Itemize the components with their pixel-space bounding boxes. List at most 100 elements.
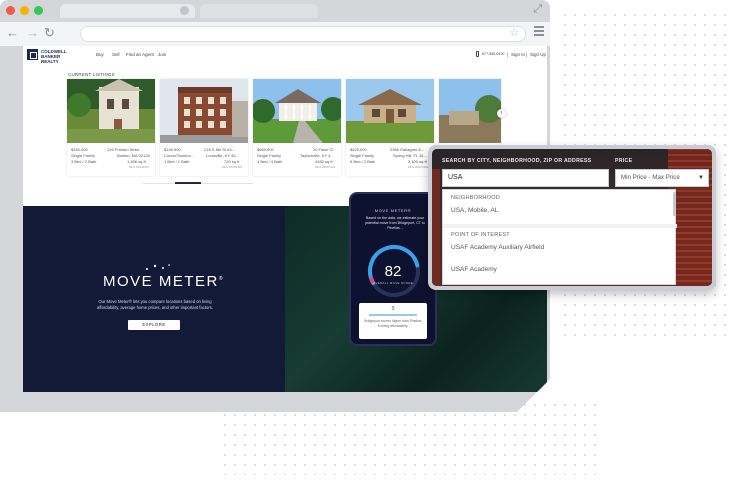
next-listing-button[interactable]: ›	[497, 109, 506, 118]
listing-address[interactable]: 2366 Gallagher A...	[390, 147, 424, 152]
listing-card[interactable]: $669,900 20 Fawn Ct Single Family Taylor…	[253, 79, 341, 176]
listing-card[interactable]: $340,000 126 Putnam Stree... Single Fami…	[67, 79, 155, 176]
back-icon[interactable]: ←	[6, 25, 19, 41]
price-select-value: Min Price - Max Price	[621, 174, 680, 181]
carousel-indicator[interactable]	[175, 182, 201, 184]
phone-description: Based on the data, we estimate your pote…	[365, 216, 425, 230]
browser-toolbar: ← → ↻ ☆	[0, 22, 550, 46]
move-score: 82	[384, 263, 402, 280]
listing-photo[interactable]	[346, 79, 434, 143]
suggestion-group-heading: POINT OF INTEREST	[451, 232, 510, 238]
location-search-label: SEARCH BY CITY, NEIGHBORHOOD, ZIP OR ADD…	[442, 158, 592, 164]
listing-city: Louisville, KY 40...	[206, 153, 239, 158]
star-icon[interactable]: ☆	[509, 26, 519, 39]
suggestion-item[interactable]: USA, Mobile, AL	[451, 207, 498, 214]
tab-close-icon[interactable]	[180, 6, 189, 15]
brand-logo[interactable]	[27, 49, 38, 60]
listing-type: Single Family	[350, 153, 375, 158]
affordability-card: $ Bridgeport scores higher than Pinellas…	[359, 303, 427, 339]
close-window-button[interactable]	[6, 6, 15, 15]
sign-up-link[interactable]: Sign Up	[530, 52, 546, 57]
header-separator: |	[507, 52, 509, 57]
minimize-window-button[interactable]	[20, 6, 29, 15]
listing-price: $340,000	[71, 147, 88, 152]
listing-beds: 3 Bed / 2 Bath	[71, 159, 97, 164]
listing-price: $425,000	[350, 147, 367, 152]
nav-buy[interactable]: Buy	[96, 52, 104, 57]
phone-number[interactable]: 877-555-0100	[482, 52, 504, 56]
listing-mls: MLS #7654321	[222, 165, 243, 169]
suggestion-divider	[443, 224, 677, 228]
listing-beds: 4 Bed / 4 Bath	[257, 159, 283, 164]
listing-type: Single Family	[71, 153, 96, 158]
address-bar[interactable]: ☆	[80, 26, 526, 42]
listing-price: $149,900	[164, 147, 181, 152]
header-separator: |	[526, 52, 528, 57]
trademark-mark: ®	[218, 276, 225, 282]
listing-mls: MLS #3217654	[408, 165, 429, 169]
listing-sqft: 2,100 sq ft	[408, 159, 427, 164]
listing-type: Condo/Townho...	[164, 153, 195, 158]
listing-price: $669,900	[257, 147, 274, 152]
price-label: PRICE	[615, 158, 633, 164]
dollar-icon: $	[391, 306, 395, 312]
listing-sqft: 4482 sq ft	[315, 159, 333, 164]
listing-photo[interactable]	[439, 79, 501, 143]
browser-tab-1[interactable]	[60, 4, 195, 18]
affordability-bar	[369, 314, 417, 316]
nav-find-agent[interactable]: Find an Agent	[126, 52, 154, 57]
suggestion-item[interactable]: USAF Academy Auxiliary Airfield	[451, 244, 544, 251]
listing-type: Single Family	[257, 153, 282, 158]
chevron-down-icon[interactable]: ▼	[698, 170, 704, 186]
site-header: COLDWELL BANKER REALTY Buy Sell Find an …	[23, 46, 547, 64]
search-suggestions: NEIGHBORHOOD USA, Mobile, AL POINT OF IN…	[442, 189, 677, 285]
sign-in-link[interactable]: Sign In	[511, 52, 525, 57]
listing-beds: 1 Bed / 1 Bath	[164, 159, 190, 164]
price-select[interactable]: Min Price - Max Price ▼	[615, 169, 709, 187]
search-popup: SEARCH BY CITY, NEIGHBORHOOD, ZIP OR ADD…	[428, 145, 716, 290]
listing-address[interactable]: 20 Fawn Ct	[313, 147, 333, 152]
search-panel: SEARCH BY CITY, NEIGHBORHOOD, ZIP OR ADD…	[432, 149, 712, 286]
maximize-window-button[interactable]	[34, 6, 43, 15]
phone-mockup: MOVE METER® Based on the data, we estima…	[349, 192, 437, 346]
move-meter-logo-text: MOVE METER	[103, 273, 219, 290]
move-meter-description: Our Move Meter® lets you compare locatio…	[97, 299, 213, 310]
location-search-input[interactable]: USA	[442, 169, 609, 187]
listing-beds: 5 Bed / 2 Bath	[350, 159, 376, 164]
listing-address[interactable]: 218 S 8th St #3...	[204, 147, 235, 152]
listing-city: Spring Hill, FL 34...	[393, 153, 427, 158]
explore-button[interactable]: EXPLORE	[128, 320, 180, 330]
listing-photo[interactable]	[67, 79, 155, 143]
dropdown-scrollbar[interactable]	[673, 192, 676, 216]
listing-mls: MLS #4567123	[315, 165, 336, 169]
building-background-left	[432, 169, 440, 286]
forward-icon[interactable]: →	[26, 25, 39, 41]
suggestion-group-heading: NEIGHBORHOOD	[451, 195, 501, 201]
listing-sqft: 720 sq ft	[224, 159, 240, 164]
listing-city: Taylorsville, KY 4...	[300, 153, 334, 158]
listing-sqft: 1,496 sq ft	[127, 159, 146, 164]
move-meter-logo: MOVE METER®	[103, 273, 224, 290]
listing-photo[interactable]	[160, 79, 248, 143]
reload-icon[interactable]: ↻	[44, 25, 55, 41]
listing-card[interactable]: $425,000 2366 Gallagher A... Single Fami…	[346, 79, 434, 176]
stage: ⤢ ← → ↻ ☆ COLDWELL BANKER REALTY Buy Sel…	[0, 0, 735, 480]
listing-city: Boston, MA 02128	[117, 153, 150, 158]
listing-mls: MLS #1234567	[129, 165, 150, 169]
brand-name[interactable]: COLDWELL BANKER REALTY	[41, 49, 77, 64]
move-score-label: OVERALL MOVE SCORE	[372, 281, 414, 285]
menu-icon[interactable]	[534, 26, 544, 38]
suggestion-item[interactable]: USAF Academy	[451, 266, 497, 273]
phone-title: MOVE METER®	[374, 208, 412, 213]
listing-address[interactable]: 126 Putnam Stree...	[107, 147, 143, 152]
affordability-text: Bridgeport scores higher than Pinellas i…	[364, 319, 422, 328]
listing-card[interactable]: $149,900 218 S 8th St #3... Condo/Townho…	[160, 79, 248, 176]
phone-icon	[476, 51, 479, 57]
nav-join[interactable]: Join	[158, 52, 166, 57]
stars-icon	[146, 264, 170, 270]
nav-sell[interactable]: Sell	[112, 52, 120, 57]
browser-tab-2[interactable]	[200, 4, 318, 18]
expand-icon[interactable]: ⤢	[533, 3, 542, 16]
section-title: CURRENT LISTINGS	[68, 72, 115, 77]
listing-photo[interactable]	[253, 79, 341, 143]
